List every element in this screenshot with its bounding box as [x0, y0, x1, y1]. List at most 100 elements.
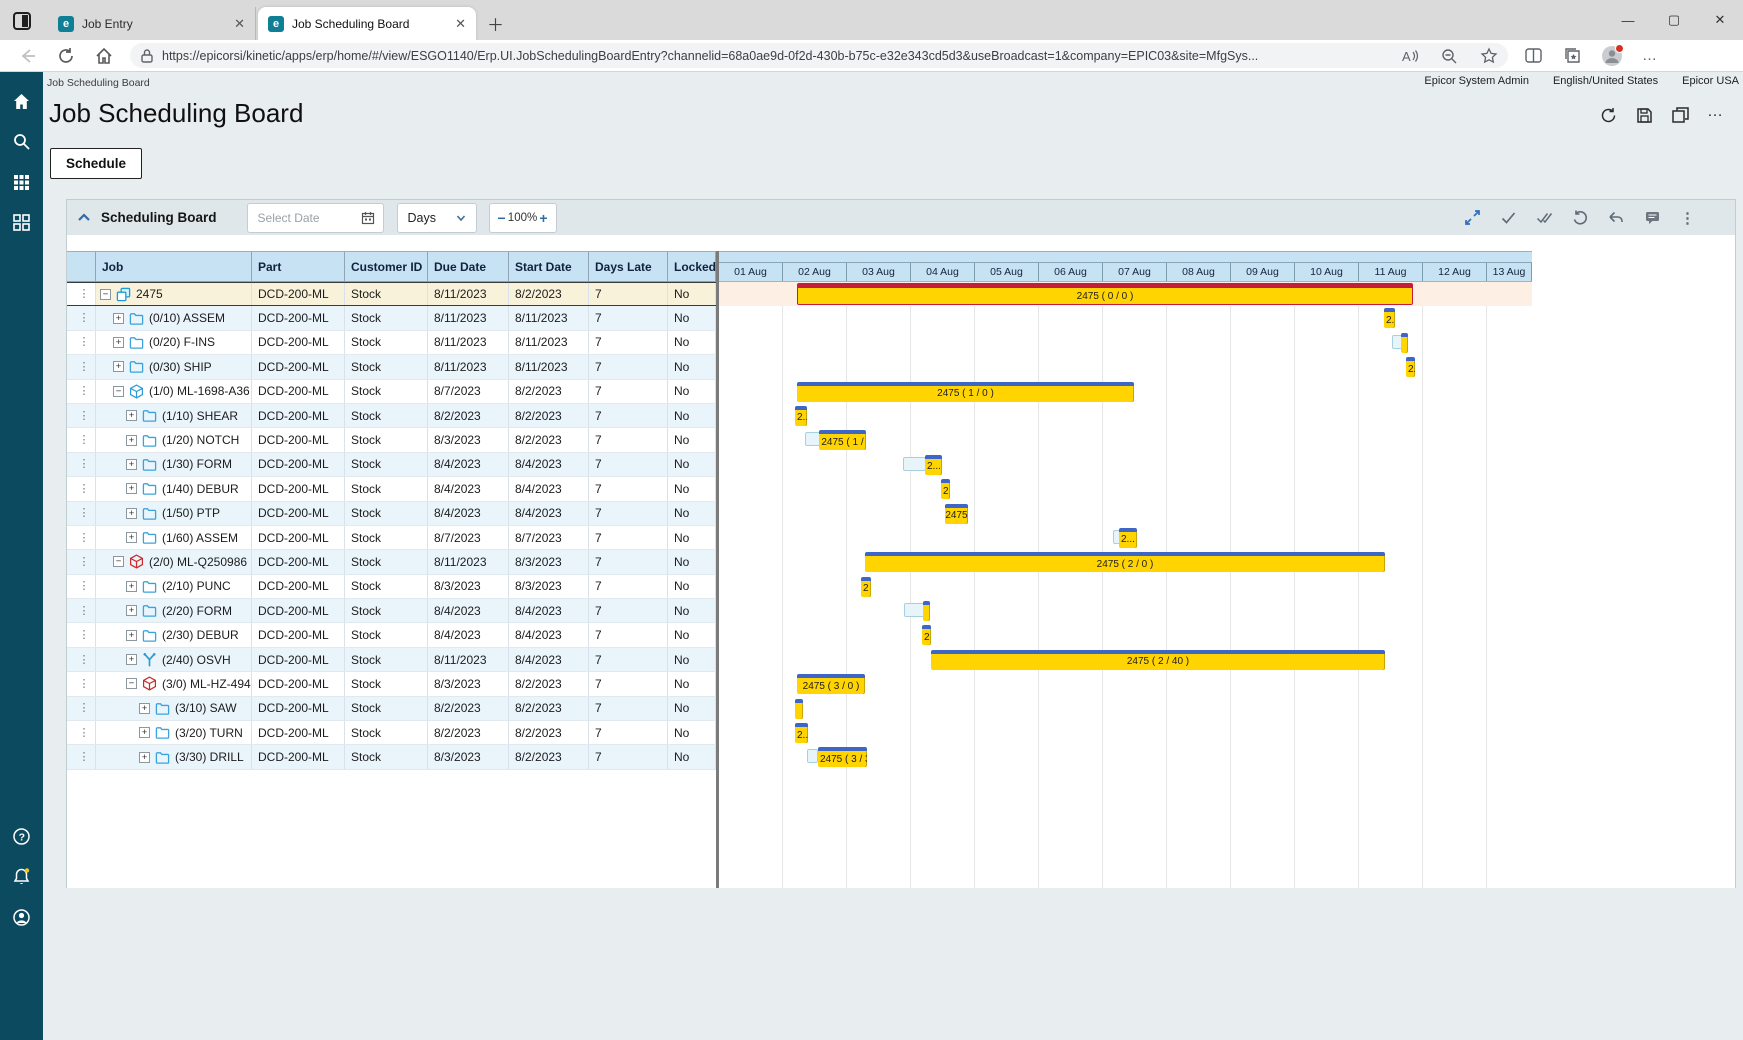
- zoom-out-button[interactable]: −: [498, 210, 506, 226]
- job-cell[interactable]: +(3/30) DRILL: [96, 745, 252, 768]
- expand-node-icon[interactable]: +: [139, 727, 150, 738]
- table-row[interactable]: ⋮+(3/10) SAWDCD-200-MLStock8/2/20238/2/2…: [67, 697, 716, 721]
- row-menu-cell[interactable]: ⋮: [67, 623, 96, 646]
- comments-button[interactable]: [1644, 209, 1661, 226]
- locked-cell[interactable]: No: [668, 380, 716, 403]
- expand-node-icon[interactable]: +: [113, 313, 124, 324]
- due-date-cell[interactable]: 8/11/2023: [428, 355, 509, 378]
- read-aloud-icon[interactable]: A: [1400, 47, 1418, 65]
- overflow-menu-button[interactable]: …: [1707, 106, 1723, 125]
- customer-id-cell[interactable]: Stock: [345, 283, 428, 305]
- zoom-in-button[interactable]: +: [539, 210, 547, 226]
- days-late-cell[interactable]: 7: [589, 283, 668, 305]
- due-date-cell[interactable]: 8/3/2023: [428, 428, 509, 451]
- row-menu-cell[interactable]: ⋮: [67, 477, 96, 500]
- due-date-cell[interactable]: 8/11/2023: [428, 283, 509, 305]
- browser-tab-job-entry[interactable]: e Job Entry ✕: [48, 7, 256, 40]
- row-menu-icon[interactable]: ⋮: [79, 581, 90, 591]
- job-cell[interactable]: +(3/20) TURN: [96, 721, 252, 744]
- job-cell[interactable]: −(3/0) ML-HZ-4942: [96, 672, 252, 695]
- table-row[interactable]: ⋮+(0/30) SHIPDCD-200-MLStock8/11/20238/1…: [67, 355, 716, 379]
- row-menu-icon[interactable]: ⋮: [79, 630, 90, 640]
- undo-all-button[interactable]: [1608, 209, 1625, 226]
- expand-board-button[interactable]: [1464, 209, 1481, 226]
- row-menu-cell[interactable]: ⋮: [67, 745, 96, 768]
- due-date-cell[interactable]: 8/2/2023: [428, 404, 509, 427]
- days-late-cell[interactable]: 7: [589, 526, 668, 549]
- gantt-bar[interactable]: 2...: [795, 406, 807, 426]
- browser-tab-job-scheduling-board[interactable]: e Job Scheduling Board ✕: [258, 7, 476, 40]
- part-cell[interactable]: DCD-200-ML: [252, 575, 345, 598]
- part-cell[interactable]: DCD-200-ML: [252, 721, 345, 744]
- locked-cell[interactable]: No: [668, 526, 716, 549]
- row-menu-icon[interactable]: ⋮: [79, 386, 90, 396]
- job-cell[interactable]: +(0/30) SHIP: [96, 355, 252, 378]
- start-date-cell[interactable]: 8/3/2023: [509, 550, 589, 573]
- start-date-cell[interactable]: 8/3/2023: [509, 575, 589, 598]
- customer-id-cell[interactable]: Stock: [345, 575, 428, 598]
- job-cell[interactable]: −2475: [96, 283, 252, 305]
- start-date-cell[interactable]: 8/11/2023: [509, 306, 589, 329]
- start-date-cell[interactable]: 8/7/2023: [509, 526, 589, 549]
- job-cell[interactable]: +(0/20) F-INS: [96, 331, 252, 354]
- due-date-cell[interactable]: 8/4/2023: [428, 453, 509, 476]
- start-date-cell[interactable]: 8/11/2023: [509, 331, 589, 354]
- table-row[interactable]: ⋮+(0/20) F-INSDCD-200-MLStock8/11/20238/…: [67, 331, 716, 355]
- row-menu-icon[interactable]: ⋮: [79, 508, 90, 518]
- start-date-cell[interactable]: 8/2/2023: [509, 380, 589, 403]
- start-date-cell[interactable]: 8/4/2023: [509, 599, 589, 622]
- days-late-cell[interactable]: 7: [589, 550, 668, 573]
- table-row[interactable]: ⋮−(1/0) ML-1698-A36DCD-200-MLStock8/7/20…: [67, 380, 716, 404]
- locked-cell[interactable]: No: [668, 502, 716, 525]
- start-date-cell[interactable]: 8/4/2023: [509, 502, 589, 525]
- part-cell[interactable]: DCD-200-ML: [252, 745, 345, 768]
- gantt-bar[interactable]: 2...: [1119, 528, 1137, 548]
- days-late-cell[interactable]: 7: [589, 502, 668, 525]
- days-late-cell[interactable]: 7: [589, 623, 668, 646]
- row-menu-icon[interactable]: ⋮: [79, 533, 90, 543]
- row-menu-icon[interactable]: ⋮: [79, 337, 90, 347]
- start-date-cell[interactable]: 8/2/2023: [509, 404, 589, 427]
- refresh-icon[interactable]: [56, 46, 76, 66]
- days-late-cell[interactable]: 7: [589, 380, 668, 403]
- row-menu-icon[interactable]: ⋮: [79, 752, 90, 762]
- select-date-field[interactable]: [247, 203, 384, 233]
- table-row[interactable]: ⋮+(1/20) NOTCHDCD-200-MLStock8/3/20238/2…: [67, 428, 716, 452]
- customer-id-cell[interactable]: Stock: [345, 672, 428, 695]
- home-icon[interactable]: [94, 46, 114, 66]
- expand-node-icon[interactable]: +: [126, 508, 137, 519]
- sidebar-account-icon[interactable]: [12, 908, 31, 927]
- gantt-bar[interactable]: 2...: [795, 723, 808, 743]
- expand-node-icon[interactable]: +: [113, 361, 124, 372]
- row-menu-icon[interactable]: ⋮: [79, 655, 90, 665]
- row-menu-cell[interactable]: ⋮: [67, 283, 96, 305]
- days-late-cell[interactable]: 7: [589, 331, 668, 354]
- customer-id-cell[interactable]: Stock: [345, 331, 428, 354]
- locked-cell[interactable]: No: [668, 477, 716, 500]
- gantt-bar[interactable]: 2: [941, 479, 950, 499]
- sidebar-help-icon[interactable]: ?: [12, 827, 31, 846]
- days-late-cell[interactable]: 7: [589, 672, 668, 695]
- interval-dropdown[interactable]: Days: [397, 203, 477, 233]
- part-cell[interactable]: DCD-200-ML: [252, 599, 345, 622]
- customer-id-cell[interactable]: Stock: [345, 550, 428, 573]
- sidebar-dashboards-icon[interactable]: [12, 213, 31, 232]
- start-date-cell[interactable]: 8/4/2023: [509, 648, 589, 671]
- accept-all-button[interactable]: [1536, 209, 1553, 226]
- table-row[interactable]: ⋮+(2/40) OSVHDCD-200-MLStock8/11/20238/4…: [67, 648, 716, 672]
- part-cell[interactable]: DCD-200-ML: [252, 404, 345, 427]
- part-cell[interactable]: DCD-200-ML: [252, 623, 345, 646]
- due-date-cell[interactable]: 8/4/2023: [428, 502, 509, 525]
- locked-cell[interactable]: No: [668, 672, 716, 695]
- row-menu-icon[interactable]: ⋮: [79, 557, 90, 567]
- start-date-cell[interactable]: 8/2/2023: [509, 283, 589, 305]
- locked-cell[interactable]: No: [668, 306, 716, 329]
- start-date-cell[interactable]: 8/2/2023: [509, 697, 589, 720]
- start-date-cell[interactable]: 8/2/2023: [509, 428, 589, 451]
- row-menu-cell[interactable]: ⋮: [67, 428, 96, 451]
- gantt-bar[interactable]: 2475 ( 2 / 40 ): [931, 650, 1385, 670]
- collapse-node-icon[interactable]: −: [100, 289, 111, 300]
- due-date-cell[interactable]: 8/7/2023: [428, 380, 509, 403]
- locked-cell[interactable]: No: [668, 648, 716, 671]
- lock-icon[interactable]: [140, 48, 154, 64]
